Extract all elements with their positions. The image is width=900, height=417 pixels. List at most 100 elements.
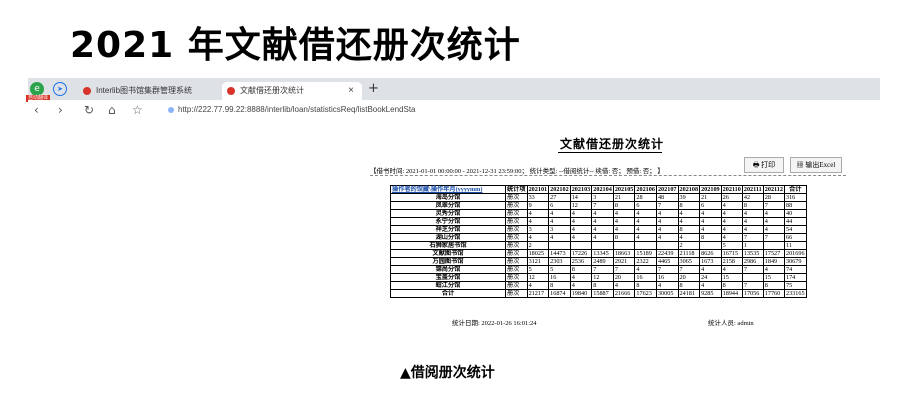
cell-total: 44 xyxy=(783,217,807,226)
cell-value: 8 xyxy=(569,265,593,274)
cell-value: 7 xyxy=(741,281,764,290)
cell-value: 8 xyxy=(741,201,764,210)
cell-value xyxy=(699,241,722,250)
cell-value: 4 xyxy=(677,217,701,226)
bookmark-star-icon[interactable]: ☆ xyxy=(132,103,143,117)
excel-icon: ▦ xyxy=(796,161,804,169)
print-button[interactable]: 🖶 打印 xyxy=(744,157,784,173)
row-type: 册次 xyxy=(505,225,528,234)
tab-active-report[interactable]: 文献借还册次统计 × xyxy=(222,82,362,100)
cell-value: 3 xyxy=(591,193,614,202)
cell-value: 4 xyxy=(762,265,785,274)
cell-value: 8 xyxy=(548,281,571,290)
cell-value: 4 xyxy=(699,217,722,226)
cell-value: 4 xyxy=(762,209,785,218)
cell-value: 28 xyxy=(762,193,785,202)
cell-value: 2536 xyxy=(569,257,593,266)
row-branch-name: 锦尚分馆 xyxy=(390,265,506,274)
cell-value: 4 xyxy=(720,225,743,234)
cell-value: 4 xyxy=(699,265,722,274)
cell-value: 4 xyxy=(762,217,785,226)
cell-value: 2322 xyxy=(634,257,657,266)
table-row: 锦尚分馆 册次 5 5 8 7 7 4 7 7 4 4 7 4 74 xyxy=(390,265,807,274)
browser-chrome: e 自动翻译 ➤ Interlib图书馆集群管理系统 文献借还册次统计 × + … xyxy=(26,78,880,122)
cell-value: 42 xyxy=(741,193,764,202)
cell-total: 11 xyxy=(783,241,807,250)
cell-value: 17527 xyxy=(762,249,785,258)
cell-total: 316 xyxy=(783,193,807,202)
report-panel: 文献借还册次统计 【借书时间: 2021-01-01 00:00:00 - 20… xyxy=(370,133,850,333)
row-branch-name: 蚶江分馆 xyxy=(390,281,506,290)
cell-value: 8 xyxy=(634,281,657,290)
cell-value: 28 xyxy=(634,193,657,202)
new-tab-button[interactable]: + xyxy=(368,81,379,96)
cell-value: 16715 xyxy=(720,249,743,258)
cell-value: 7 xyxy=(591,265,614,274)
cell-total: 88 xyxy=(783,201,807,210)
close-icon[interactable]: × xyxy=(348,82,354,100)
cell-value: 7 xyxy=(762,233,785,242)
footer-date: 统计日期: 2022-01-26 16:01:24 xyxy=(452,320,537,327)
row-branch-name: 文献图书馆 xyxy=(390,249,506,258)
cell-value: 21118 xyxy=(677,249,701,258)
site-info-icon[interactable] xyxy=(168,107,174,113)
cell-value: 4 xyxy=(741,225,764,234)
back-icon[interactable]: ‹ xyxy=(34,103,39,117)
header-month: 202105 xyxy=(612,185,636,194)
cell-value: 9285 xyxy=(699,289,722,298)
cell-total: 233165 xyxy=(783,289,807,298)
row-branch-name: 海岛分馆 xyxy=(390,193,506,202)
cell-value: 14473 xyxy=(548,249,571,258)
favicon-icon xyxy=(227,87,235,95)
reload-icon[interactable]: ↻ xyxy=(84,103,94,117)
table-row: 永宁分馆 册次 4 4 4 4 4 4 4 4 4 4 4 4 44 xyxy=(390,217,807,226)
navigation-icon[interactable]: ➤ xyxy=(53,82,67,96)
cell-value: 4 xyxy=(655,209,679,218)
cell-value xyxy=(741,273,764,282)
cell-value: 7 xyxy=(655,201,679,210)
forward-icon[interactable]: › xyxy=(58,103,63,117)
tab-label: 文献借还册次统计 xyxy=(240,86,304,95)
cell-value: 4 xyxy=(655,233,679,242)
cell-value: 2489 xyxy=(591,257,614,266)
row-type: 册次 xyxy=(505,281,528,290)
url-field[interactable]: http://222.77.99.22:8888/interlib/loan/s… xyxy=(178,105,416,114)
row-type: 册次 xyxy=(505,217,528,226)
printer-icon: 🖶 xyxy=(752,161,760,169)
cell-value: 4 xyxy=(741,217,764,226)
cell-value: 6 xyxy=(634,201,657,210)
cell-value: 3121 xyxy=(526,257,550,266)
cell-value: 4 xyxy=(699,281,722,290)
cell-value: 18663 xyxy=(612,249,636,258)
cell-value xyxy=(591,241,614,250)
header-month: 202107 xyxy=(655,185,679,194)
cell-value: 8 xyxy=(677,281,701,290)
row-branch-name: 祥芝分馆 xyxy=(390,225,506,234)
cell-value: 16 xyxy=(655,273,679,282)
export-excel-button[interactable]: ▦ 输出Excel xyxy=(790,157,842,173)
favicon-icon xyxy=(83,87,91,95)
cell-value: 15 xyxy=(762,273,785,282)
tab-interlib[interactable]: Interlib图书馆集群管理系统 xyxy=(78,82,218,100)
cell-value: 4 xyxy=(591,217,614,226)
cell-value: 4 xyxy=(634,209,657,218)
cell-value: 4 xyxy=(526,233,550,242)
table-row: 文献图书馆 册次 18025 14473 17226 13345 18663 15189 224… xyxy=(390,249,807,258)
home-icon[interactable]: ⌂ xyxy=(108,103,116,117)
cell-total: 74 xyxy=(783,265,807,274)
cell-value: 4 xyxy=(612,281,636,290)
cell-value: 13535 xyxy=(741,249,764,258)
report-title: 文献借还册次统计 xyxy=(560,137,665,151)
extension-icon[interactable]: e xyxy=(30,82,44,96)
cell-value: 20 xyxy=(677,273,701,282)
cell-value: 2158 xyxy=(720,257,743,266)
row-type: 册次 xyxy=(505,249,528,258)
cell-value: 7 xyxy=(741,265,764,274)
cell-value: 8 xyxy=(677,225,701,234)
cell-value: 17760 xyxy=(762,289,785,298)
header-main[interactable]: 操作者的馆藏\操作年月(yyyymm) xyxy=(390,185,506,194)
cell-value: 4 xyxy=(634,217,657,226)
table-row: 合计 册次 21217 16874 19840 15887 21666 17623 30005 2… xyxy=(390,289,807,298)
cell-value: 7 xyxy=(677,265,701,274)
cell-value: 21 xyxy=(612,193,636,202)
